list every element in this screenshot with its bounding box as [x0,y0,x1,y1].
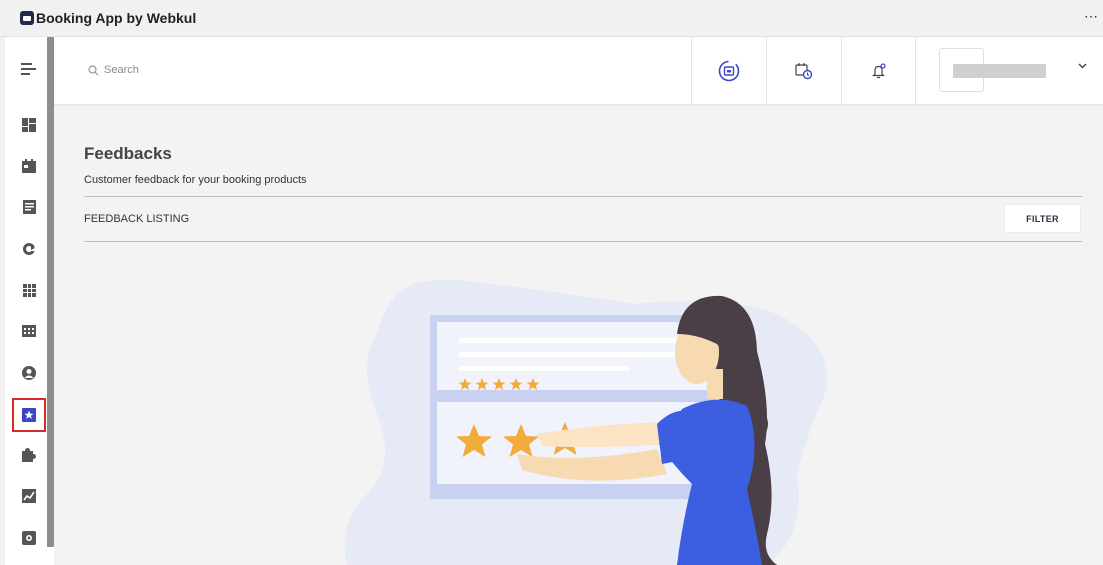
notifications-button[interactable] [841,37,916,105]
ellipsis-icon[interactable]: ⋯ [1084,8,1099,25]
grid-icon [22,283,36,297]
sidebar-item-dashboard[interactable] [14,110,44,140]
section-label: FEEDBACK LISTING [84,213,190,225]
sidebar-scrollbar[interactable] [47,37,54,547]
sidebar-item-settings[interactable] [14,523,44,553]
sidebar-item-reports[interactable] [14,481,44,511]
hamburger-menu-icon [21,63,36,75]
calendar-clock-icon [795,63,813,80]
divider-bottom [84,241,1082,242]
page-title: Feedbacks [84,144,172,163]
top-header: Search [54,37,1103,105]
sync-icon [23,243,36,255]
bell-icon [872,63,886,79]
dashboard-icon [22,118,36,132]
filter-button[interactable]: FILTER [1004,204,1081,233]
page-subtitle: Customer feedback for your booking produ… [84,174,307,186]
sidebar-item-grid[interactable] [14,275,44,305]
sidebar-item-customers[interactable] [14,358,44,388]
profile-name-redacted [953,64,1046,78]
chevron-down-icon[interactable] [1078,63,1087,69]
sidebar-item-feedbacks[interactable] [12,398,46,432]
booking-sync-button[interactable] [691,37,766,105]
schedule-button[interactable] [766,37,841,105]
app-title: Booking App by Webkul [36,10,197,26]
sidebar-item-calendar[interactable] [14,151,44,181]
divider-top [84,196,1082,197]
search-icon [88,64,99,75]
sidebar-item-slots[interactable] [14,316,44,346]
sidebar-item-sync[interactable] [14,234,44,264]
window-titlebar: Booking App by Webkul ⋯ [0,0,1103,37]
calendar-sync-icon [718,60,740,82]
gear-icon [22,531,36,545]
search-placeholder: Search [104,64,139,76]
sidebar-item-orders[interactable] [14,192,44,222]
sidebar-edge [0,37,5,565]
report-icon [22,489,36,503]
app-logo-icon [20,11,34,25]
star-icon [22,408,36,422]
profile-menu[interactable] [915,37,1103,105]
sidebar-item-extensions[interactable] [14,440,44,470]
calendar-icon [22,159,36,173]
main-content: Feedbacks Customer feedback for your boo… [54,106,1103,565]
puzzle-icon [22,448,36,462]
user-icon [22,366,36,380]
empty-state-illustration [344,279,827,565]
sidebar-item-menu[interactable] [14,54,44,84]
search-input[interactable]: Search [88,64,139,76]
slots-icon [22,325,36,337]
document-icon [22,200,36,214]
